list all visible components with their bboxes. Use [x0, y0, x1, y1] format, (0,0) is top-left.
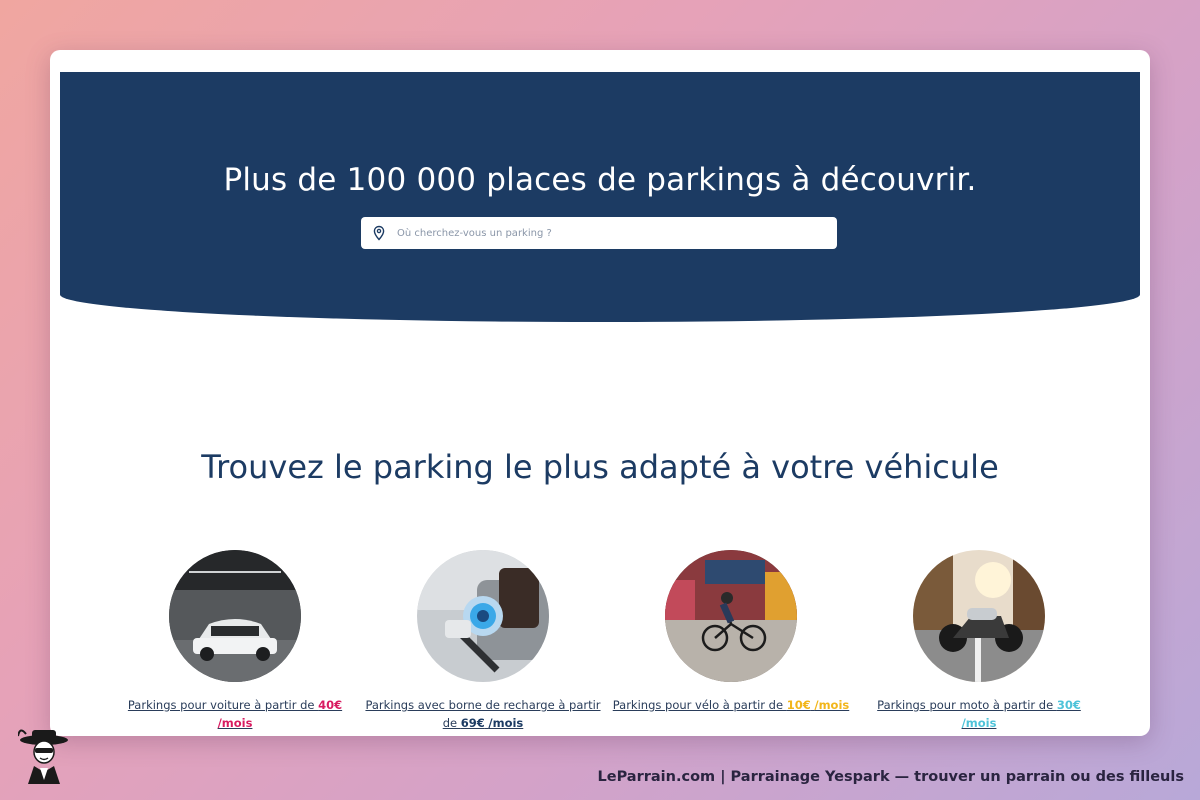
vehicle-caption-ev[interactable]: Parkings avec borne de recharge à partir… [363, 696, 603, 732]
vehicle-card-ev[interactable]: Parkings avec borne de recharge à partir… [363, 550, 603, 732]
section-title: Trouvez le parking le plus adapté à votr… [201, 448, 999, 486]
vehicle-caption-car[interactable]: Parkings pour voiture à partir de 40€/mo… [115, 696, 355, 732]
page-card: Plus de 100 000 places de parkings à déc… [50, 50, 1150, 736]
vehicle-card-bike[interactable]: Parkings pour vélo à partir de 10€ /mois [611, 550, 851, 714]
vehicle-card-moto[interactable]: Parkings pour moto à partir de 30€ /mois [859, 550, 1099, 732]
hero-title: Plus de 100 000 places de parkings à déc… [223, 162, 977, 198]
leparrain-logo-icon [17, 728, 70, 784]
location-pin-icon [371, 225, 387, 241]
motorcycle-image [913, 550, 1045, 682]
vehicle-caption-bike[interactable]: Parkings pour vélo à partir de 10€ /mois [611, 696, 851, 714]
car-image [169, 550, 301, 682]
vehicle-list: Parkings pour voiture à partir de 40€/mo… [115, 550, 1105, 736]
search-bar[interactable] [361, 217, 837, 249]
cyclist-image [665, 550, 797, 682]
ev-charger-image [417, 550, 549, 682]
footer-credit: LeParrain.com | Parrainage Yespark — tro… [597, 769, 1185, 785]
hero-banner: Plus de 100 000 places de parkings à déc… [60, 72, 1140, 322]
search-input[interactable] [395, 226, 837, 240]
vehicle-card-car[interactable]: Parkings pour voiture à partir de 40€/mo… [115, 550, 355, 732]
vehicle-caption-moto[interactable]: Parkings pour moto à partir de 30€ /mois [859, 696, 1099, 732]
